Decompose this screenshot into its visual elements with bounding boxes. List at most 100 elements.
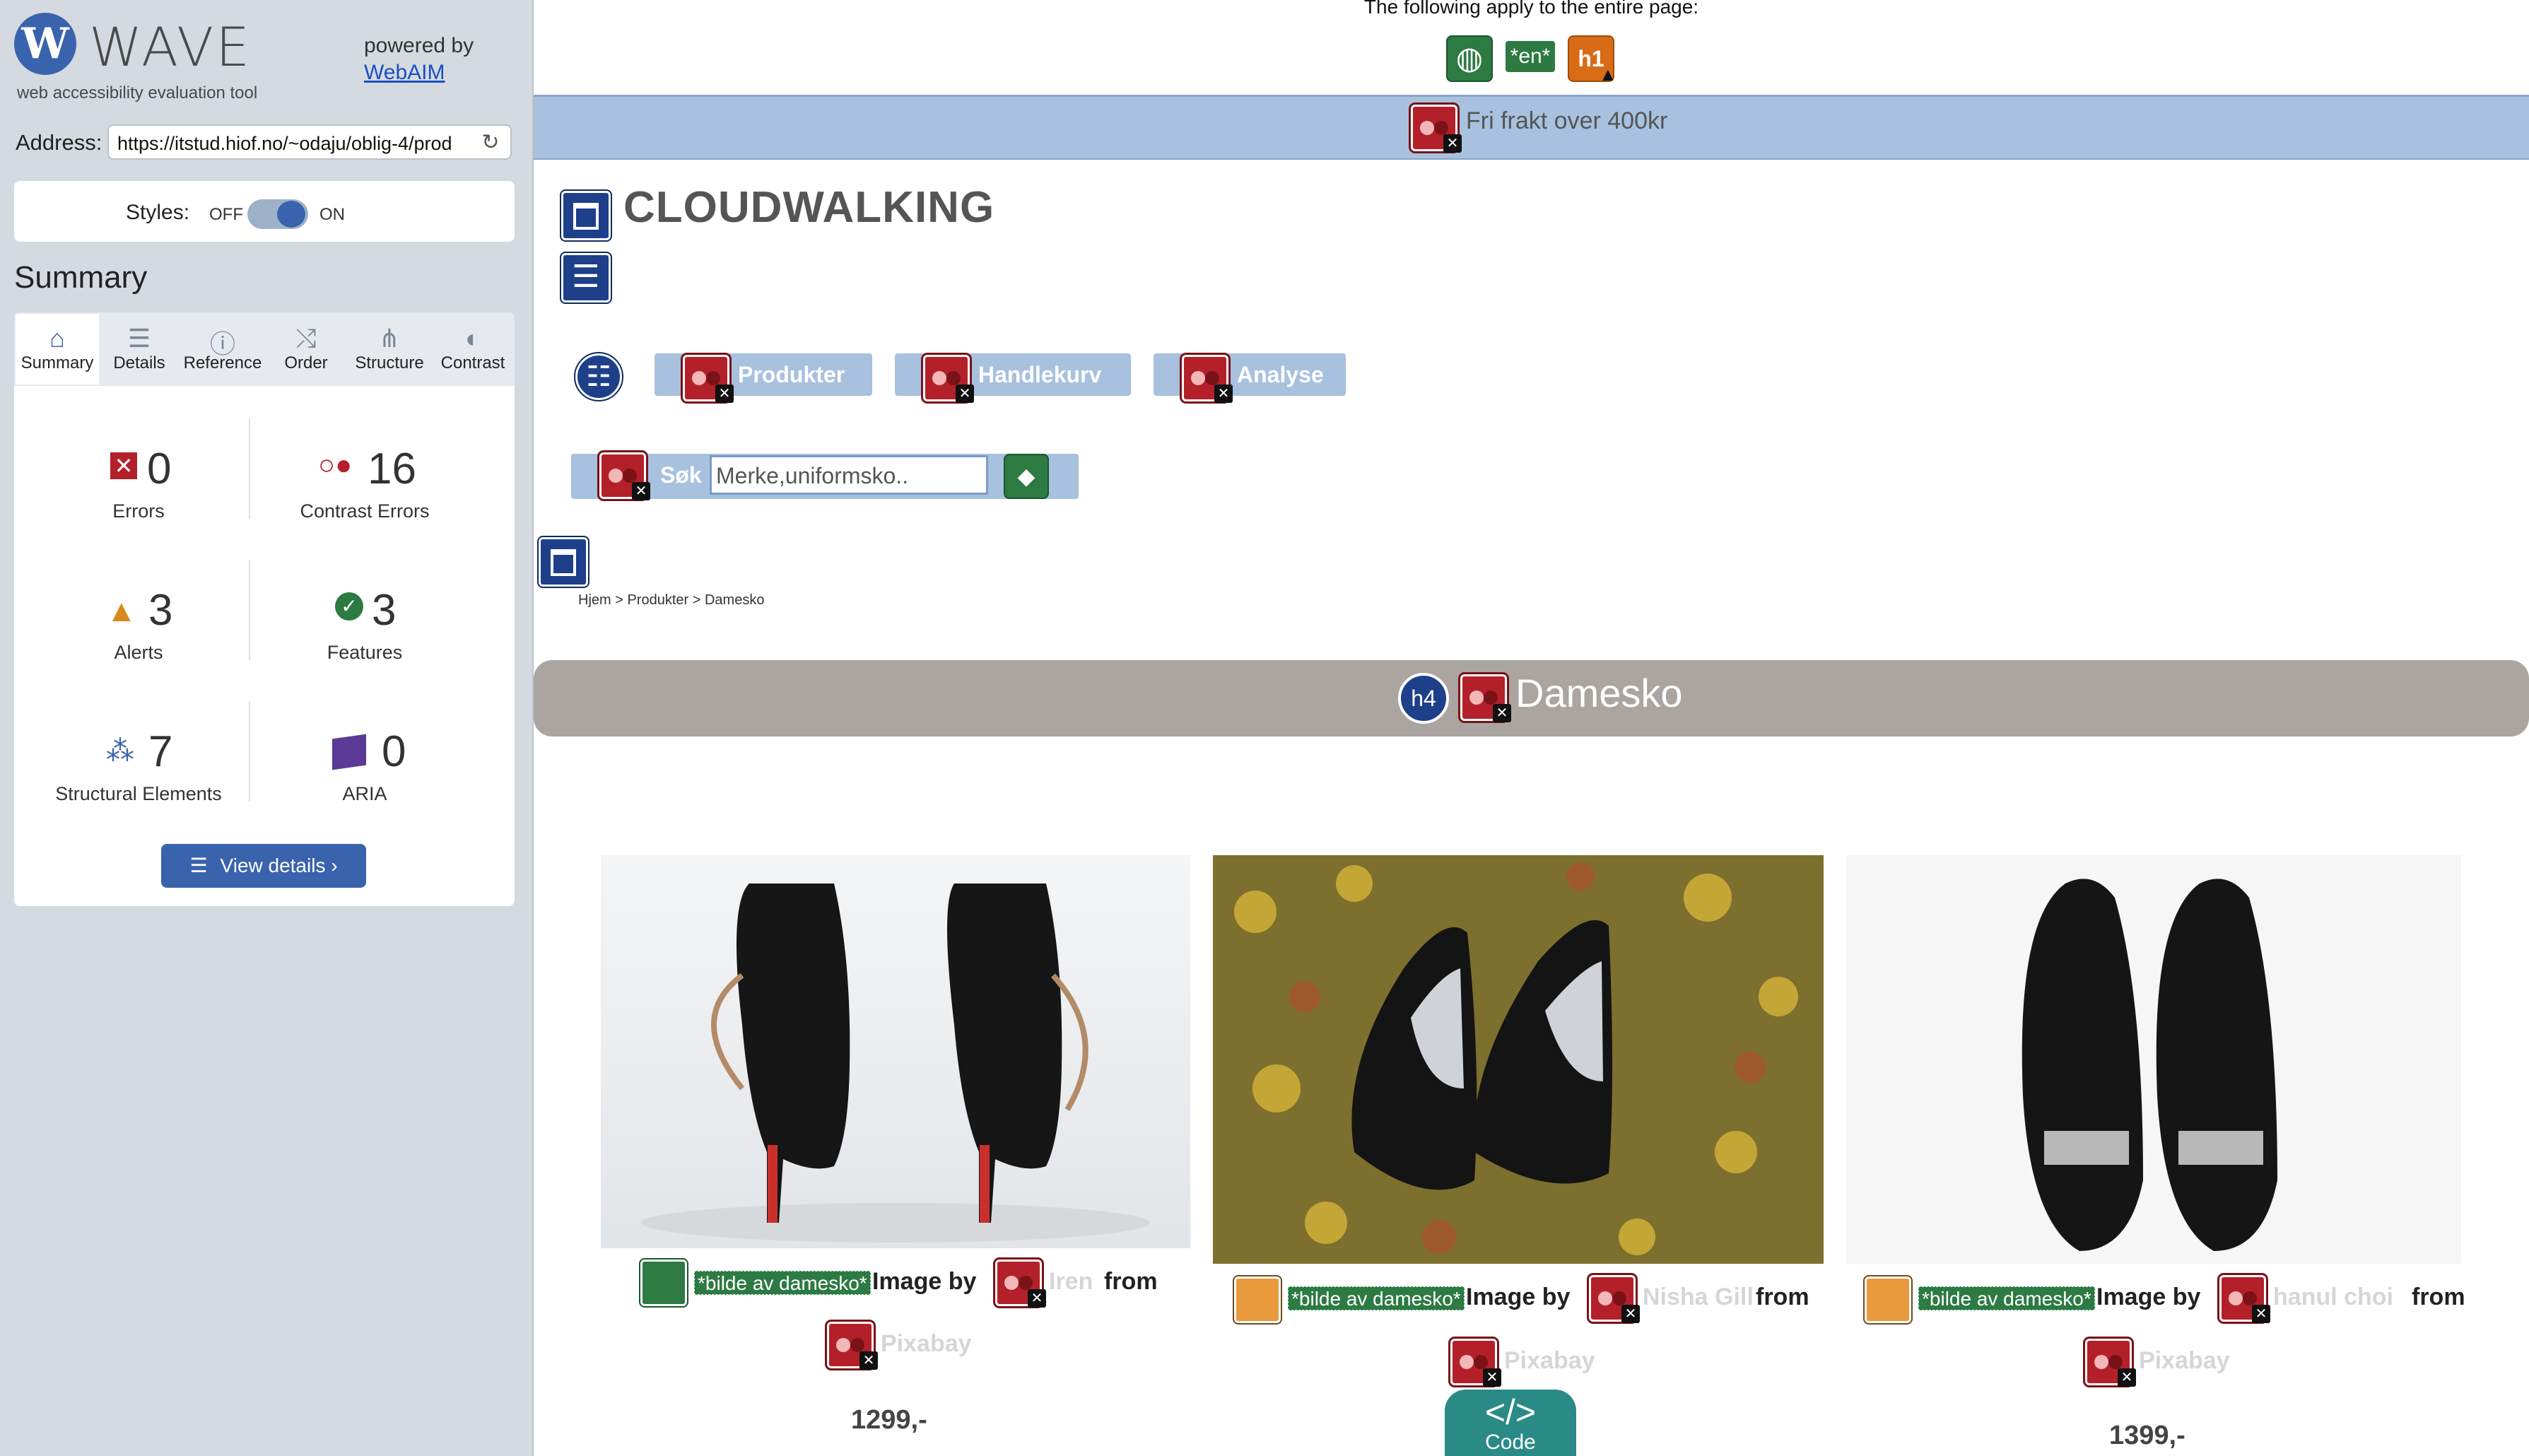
warning-icon: ▲	[1599, 64, 1617, 85]
aria-count: 0	[382, 727, 406, 776]
tab-details[interactable]: ☰ Details	[98, 314, 181, 384]
alt-text-badge: *bilde av damesko*	[1918, 1286, 2095, 1310]
product-price: 1399,-	[2109, 1421, 2185, 1450]
structural-count: 7	[148, 727, 173, 776]
order-icon: ⤭	[295, 324, 317, 353]
list-structure-icon[interactable]: ☰	[560, 252, 612, 304]
home-icon: ⌂	[49, 324, 65, 353]
styles-on-label: ON	[319, 205, 345, 224]
alt-text-badge: *bilde av damesko*	[1288, 1286, 1465, 1310]
shoe-photo-2	[1213, 855, 1824, 1264]
close-icon: ✕	[1214, 384, 1233, 403]
reload-icon[interactable]: ↻	[478, 130, 503, 155]
close-icon: ✕	[2118, 1368, 2136, 1387]
product-image[interactable]	[601, 855, 1190, 1248]
breadcrumb: Hjem > Produkter > Damesko	[578, 592, 765, 608]
source-link[interactable]: Pixabay	[881, 1330, 972, 1358]
product-price: 1299,-	[851, 1405, 927, 1435]
code-label: Code	[1485, 1431, 1536, 1454]
summary-panel	[14, 312, 515, 906]
author-link[interactable]: Nisha Gill	[1643, 1284, 1754, 1311]
address-input[interactable]: https://itstud.hiof.no/~odaju/oblig-4/pr…	[107, 124, 512, 160]
globe-icon[interactable]: ◍	[1446, 35, 1493, 82]
language-badge[interactable]: *en*	[1506, 41, 1555, 72]
styles-toggle-knob[interactable]	[277, 201, 305, 228]
from-label: from	[1756, 1284, 1809, 1310]
close-icon: ✕	[1621, 1305, 1640, 1323]
from-label: from	[2412, 1284, 2465, 1310]
alert-icon: ▲	[106, 594, 137, 628]
view-details-label: View details ›	[220, 855, 338, 876]
tab-contrast-label: Contrast	[440, 353, 505, 372]
features-count: 3	[372, 586, 397, 635]
wave-logo-text: WAVE	[89, 16, 252, 78]
close-icon: ✕	[632, 482, 650, 500]
code-toggle-button[interactable]: </> Code	[1445, 1390, 1576, 1456]
close-icon: ✕	[1028, 1289, 1046, 1308]
search-input[interactable]: Merke,uniformsko..	[710, 455, 988, 495]
close-icon: ✕	[1483, 1368, 1501, 1387]
h4-icon[interactable]: h4	[1398, 673, 1449, 724]
structural-label: Structural Elements	[55, 783, 222, 804]
tab-summary-label: Summary	[20, 353, 94, 372]
source-link[interactable]: Pixabay	[1504, 1347, 1595, 1375]
tab-reference[interactable]: ⓘ Reference	[181, 314, 264, 384]
image-by-label: Image by	[2096, 1284, 2201, 1310]
feature-icon: ✓	[335, 592, 363, 621]
nav-produkter-label: Produkter	[738, 362, 845, 387]
image-alert-icon[interactable]	[1233, 1275, 1282, 1325]
product-image[interactable]	[1213, 855, 1824, 1264]
author-link[interactable]: hanul choi	[2273, 1284, 2393, 1311]
alerts-count: 3	[148, 586, 173, 635]
image-by-label: Image by	[872, 1268, 977, 1295]
tab-contrast[interactable]: ◐ Contrast	[431, 314, 515, 384]
close-icon: ✕	[1493, 704, 1511, 722]
errors-label: Errors	[112, 500, 165, 522]
powered-by-label: powered by	[364, 34, 474, 57]
tab-structure-label: Structure	[355, 353, 424, 372]
page-level-notice: The following apply to the entire page:	[1363, 0, 1699, 18]
styles-label: Styles:	[126, 201, 190, 224]
image-feature-icon[interactable]	[639, 1258, 688, 1308]
structure-icon: ⋔	[378, 324, 401, 353]
tab-order[interactable]: ⤭ Order	[264, 314, 348, 384]
close-icon: ✕	[715, 384, 734, 403]
author-link[interactable]: Iren	[1049, 1268, 1093, 1296]
image-alert-icon[interactable]	[1863, 1275, 1913, 1325]
tab-details-label: Details	[113, 353, 165, 372]
stats-divider	[249, 701, 250, 802]
close-icon: ✕	[956, 384, 974, 403]
tab-structure[interactable]: ⋔ Structure	[348, 314, 431, 384]
view-details-button[interactable]: ☰ View details ›	[161, 844, 366, 888]
tab-reference-label: Reference	[183, 353, 262, 372]
product-image[interactable]	[1846, 855, 2461, 1264]
from-label: from	[1104, 1268, 1158, 1295]
source-link[interactable]: Pixabay	[2139, 1347, 2230, 1375]
styles-off-label: OFF	[209, 205, 243, 224]
header-structure-icon[interactable]	[560, 189, 612, 242]
summary-title: Summary	[14, 260, 148, 295]
stats-divider	[249, 418, 250, 519]
address-label: Address:	[16, 130, 102, 155]
features-label: Features	[327, 642, 403, 663]
tag-icon[interactable]: ⬥	[1004, 454, 1049, 499]
nav-handlekurv-label: Handlekurv	[978, 362, 1102, 387]
stats-divider	[249, 560, 250, 660]
shoe-photo-1	[641, 883, 1150, 1243]
alt-text-badge: *bilde av damesko*	[694, 1271, 871, 1295]
tab-summary[interactable]: ⌂ Summary	[16, 314, 99, 384]
info-icon: ⓘ	[209, 329, 235, 358]
wave-logo-icon: W	[14, 13, 76, 75]
list-icon: ☰	[189, 855, 208, 876]
code-icon: </>	[1484, 1392, 1537, 1432]
aria-icon	[332, 734, 366, 770]
brand-title: CLOUDWALKING	[623, 183, 995, 232]
navigation-icon[interactable]: ☷	[574, 352, 623, 401]
shoe-photo-3	[2022, 879, 2277, 1251]
image-by-label: Image by	[1466, 1284, 1571, 1310]
breadcrumb-structure-icon[interactable]	[537, 536, 589, 588]
wave-logo-subtitle: web accessibility evaluation tool	[17, 83, 258, 102]
webaim-link[interactable]: WebAIM	[364, 61, 445, 85]
contrast-error-icon: ○●	[318, 450, 353, 481]
contrast-errors-label: Contrast Errors	[300, 500, 430, 522]
